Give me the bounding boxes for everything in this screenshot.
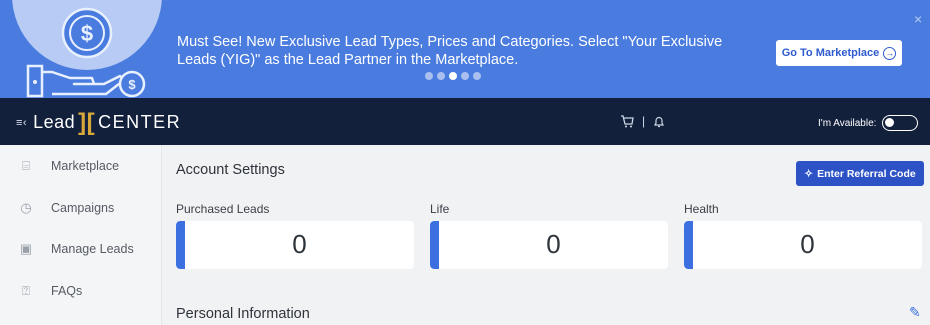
enter-referral-code-button[interactable]: ✧ Enter Referral Code (796, 161, 924, 186)
arrow-right-circle-icon: → (883, 46, 897, 60)
edit-icon[interactable]: ✎ (909, 304, 921, 321)
contact-card-icon: ▣ (19, 241, 33, 256)
referral-button-label: Enter Referral Code (817, 167, 916, 180)
sidebar-item-faqs[interactable]: ⍰ FAQs (0, 276, 162, 306)
carousel-dot-active[interactable] (449, 72, 457, 80)
svg-text:$: $ (81, 21, 93, 46)
cart-icon[interactable] (620, 114, 634, 128)
stat-label-life: Life (430, 202, 450, 216)
sidebar-item-campaigns[interactable]: ◷ Campaigns (0, 193, 162, 223)
stat-card-purchased-leads: 0 (176, 221, 414, 269)
banner-message: Must See! New Exclusive Lead Types, Pric… (177, 34, 723, 68)
collapse-menu-icon[interactable]: ≡‹ (16, 117, 27, 129)
sidebar-item-manage-leads[interactable]: ▣ Manage Leads (0, 234, 162, 264)
availability-control: I'm Available: (818, 115, 919, 131)
stat-label-purchased-leads: Purchased Leads (176, 202, 270, 216)
main-content: Account Settings ✧ Enter Referral Code P… (162, 145, 930, 325)
go-to-marketplace-label: Go To Marketplace (781, 47, 880, 59)
sidebar-item-label: Manage Leads (51, 242, 134, 256)
sidebar-item-label: FAQs (51, 284, 83, 298)
stat-card-life: 0 (430, 221, 668, 269)
availability-toggle[interactable] (882, 115, 919, 131)
logo-bracket-icon: ][ (78, 108, 96, 136)
go-to-marketplace-button[interactable]: Go To Marketplace → (776, 40, 902, 66)
carousel-dot[interactable] (425, 72, 433, 80)
header-separator: | (642, 114, 646, 128)
clock-icon: ◷ (20, 200, 32, 215)
logo-text-lead: Lead (33, 112, 76, 132)
sparkle-icon: ✧ (804, 167, 814, 180)
logo-text-center: CENTER (98, 112, 182, 132)
availability-label: I'm Available: (818, 117, 877, 129)
sidebar-item-label: Campaigns (51, 201, 115, 215)
lead-center-logo[interactable]: ≡‹ Lead ][ CENTER (16, 108, 182, 136)
promo-banner: $ $ Must See! New Exclusive Lead Types, … (0, 0, 930, 98)
stat-accent-bar (176, 221, 185, 269)
stat-value: 0 (292, 229, 307, 259)
carousel-dots[interactable] (425, 72, 481, 80)
storefront-icon: ⌸ (22, 158, 30, 173)
question-clipboard-icon: ⍰ (22, 283, 30, 298)
stat-value: 0 (546, 229, 561, 259)
section-title-personal-information: Personal Information (176, 306, 310, 322)
stat-value: 0 (800, 229, 815, 259)
stat-accent-bar (684, 221, 693, 269)
close-icon[interactable]: × (914, 12, 922, 26)
money-hand-illustration: $ $ (12, 0, 162, 98)
top-navbar: ≡‹ Lead ][ CENTER | I'm Available: (0, 98, 930, 145)
page-title: Account Settings (176, 162, 285, 178)
sidebar-item-label: Marketplace (51, 159, 120, 173)
carousel-dot[interactable] (461, 72, 469, 80)
carousel-dot[interactable] (473, 72, 481, 80)
stat-card-health: 0 (684, 221, 922, 269)
carousel-dot[interactable] (437, 72, 445, 80)
stat-accent-bar (430, 221, 439, 269)
sidebar-item-marketplace[interactable]: ⌸ Marketplace (0, 151, 162, 181)
sidebar: ⌸ Marketplace ◷ Campaigns ▣ Manage Leads… (0, 145, 162, 325)
header-icons: | (620, 114, 665, 128)
svg-text:$: $ (128, 77, 136, 92)
toggle-knob (885, 118, 895, 127)
bell-icon[interactable] (653, 115, 665, 128)
stat-label-health: Health (684, 202, 719, 216)
